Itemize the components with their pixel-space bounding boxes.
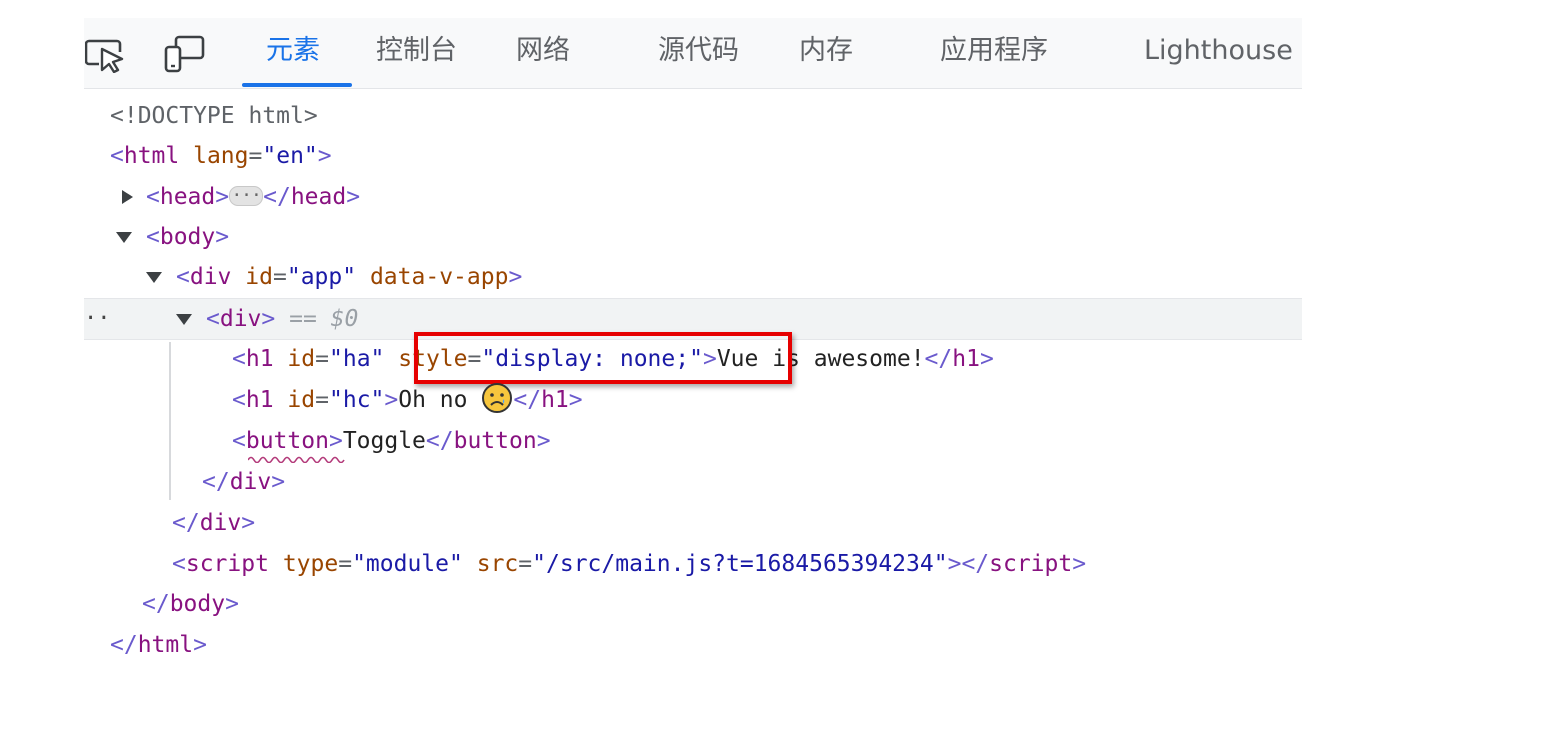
elements-dom-tree: <!DOCTYPE html> <html lang="en"> <head><… bbox=[0, 94, 1561, 694]
inspect-element-icon[interactable] bbox=[84, 34, 128, 74]
dom-node-div-app[interactable]: <div id="app" data-v-app> bbox=[84, 257, 1302, 297]
h1-hc-attr1-name: id bbox=[287, 387, 316, 413]
script-attr2-name: src bbox=[476, 551, 519, 577]
dom-node-div-close-outer[interactable]: </div> bbox=[84, 503, 1302, 543]
html-close-tag-name: html bbox=[137, 632, 194, 658]
collapse-arrow-icon[interactable] bbox=[114, 217, 134, 257]
h1-hc-attr1-value: hc bbox=[342, 387, 371, 413]
div-outer-close-tag-name: div bbox=[199, 510, 242, 536]
tab-console[interactable]: 控制台 bbox=[376, 18, 457, 88]
dom-node-head[interactable]: <head></head> bbox=[84, 176, 1302, 217]
h1-ha-attr1-value: ha bbox=[342, 346, 371, 372]
h1-ha-attr1-name: id bbox=[287, 346, 316, 372]
div-selected-tag-name: div bbox=[219, 306, 262, 332]
script-attr1-value: module bbox=[365, 551, 450, 577]
sad-face-emoji-icon bbox=[481, 382, 513, 414]
tab-elements[interactable]: 元素 bbox=[266, 18, 320, 88]
dom-node-html-close[interactable]: </html> bbox=[84, 625, 1302, 665]
tab-network[interactable]: 网络 bbox=[516, 18, 570, 88]
body-tag-name: body bbox=[159, 224, 216, 250]
active-tab-indicator bbox=[242, 83, 352, 87]
tab-application[interactable]: 应用程序 bbox=[940, 18, 1048, 88]
h1-hc-close-tag-name: h1 bbox=[541, 387, 569, 413]
collapse-arrow-icon[interactable] bbox=[144, 257, 164, 297]
div-inner-close-tag-name: div bbox=[229, 469, 272, 495]
dom-node-doctype[interactable]: <!DOCTYPE html> bbox=[84, 96, 1302, 136]
div-app-attr2-name: data-v-app bbox=[369, 264, 509, 290]
dom-node-body[interactable]: <body> bbox=[84, 217, 1302, 257]
html-attr-name: lang bbox=[193, 143, 249, 169]
dom-node-script[interactable]: <script type="module" src="/src/main.js?… bbox=[84, 544, 1302, 584]
html-attr-value: en bbox=[276, 143, 304, 169]
node-gutter-dots[interactable]: ·· bbox=[84, 299, 111, 339]
tab-memory[interactable]: 内存 bbox=[799, 18, 853, 88]
h1-ha-tag-name: h1 bbox=[245, 346, 274, 372]
doctype-text: <!DOCTYPE html> bbox=[110, 103, 318, 129]
tab-lighthouse[interactable]: Lighthouse bbox=[1144, 18, 1293, 88]
div-app-attr1-value: app bbox=[300, 264, 343, 290]
div-app-tag-name: div bbox=[189, 264, 232, 290]
button-tag-name: button bbox=[245, 428, 329, 454]
console-ref-label: == $0 bbox=[289, 306, 359, 332]
dom-node-div-close-inner[interactable]: </div> bbox=[84, 462, 1302, 502]
script-tag-name: script bbox=[185, 551, 269, 577]
body-close-tag-name: body bbox=[169, 591, 226, 617]
dom-node-h1-hc[interactable]: <h1 id="hc">Oh no </h1> bbox=[84, 380, 1302, 420]
h1-hc-tag-name: h1 bbox=[245, 387, 274, 413]
button-text: Toggle bbox=[342, 428, 426, 454]
h1-hc-text: Oh no bbox=[398, 387, 468, 413]
dom-node-html[interactable]: <html lang="en"> bbox=[84, 136, 1302, 176]
html-tag-name: html bbox=[123, 143, 180, 169]
button-close-tag-name: button bbox=[453, 428, 537, 454]
expand-arrow-icon[interactable] bbox=[117, 177, 137, 217]
dom-node-body-close[interactable]: </body> bbox=[84, 584, 1302, 624]
style-attribute-highlight-box bbox=[414, 332, 792, 384]
device-toolbar-icon[interactable] bbox=[162, 34, 206, 74]
tab-sources[interactable]: 源代码 bbox=[658, 18, 739, 88]
script-src-link[interactable]: /src/main.js?t=1684565394234 bbox=[546, 551, 934, 577]
collapse-arrow-icon[interactable] bbox=[174, 299, 194, 339]
script-close-tag-name: script bbox=[989, 551, 1073, 577]
script-attr1-name: type bbox=[282, 551, 339, 577]
ellipsis-icon[interactable] bbox=[229, 176, 264, 216]
head-tag-name: head bbox=[159, 184, 216, 210]
h1-ha-close-tag-name: h1 bbox=[952, 346, 980, 372]
devtools-toolbar: 元素 控制台 网络 源代码 内存 应用程序 Lighthouse bbox=[84, 18, 1302, 89]
div-app-attr1-name: id bbox=[245, 264, 273, 290]
head-close-tag-name: head bbox=[290, 184, 347, 210]
